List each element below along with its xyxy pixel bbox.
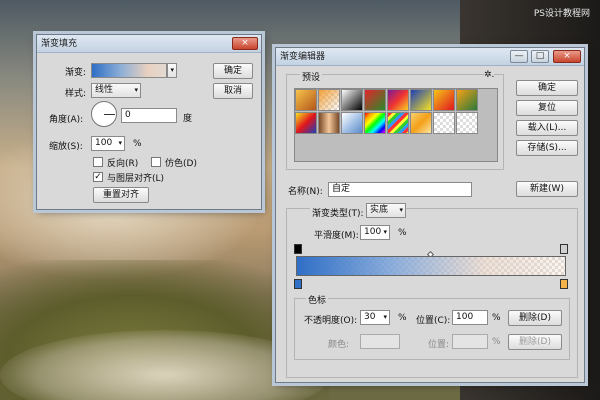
preset-swatch[interactable] (410, 89, 432, 111)
gradient-dropdown[interactable]: ▾ (167, 63, 177, 78)
dialog-title: 渐变填充 (41, 39, 78, 49)
angle-input[interactable]: 0 (121, 108, 177, 123)
opacity-select[interactable]: 30 ▾ (360, 310, 390, 325)
ok-button[interactable]: 确定 (516, 80, 578, 96)
location-input[interactable]: 100 (452, 310, 488, 325)
dither-checkbox[interactable] (151, 157, 161, 167)
close-icon[interactable]: × (232, 37, 258, 50)
reset-button[interactable]: 复位 (516, 100, 578, 116)
preset-swatch[interactable] (410, 112, 432, 134)
angle-label: 角度(A): (49, 115, 84, 125)
angle-dial-needle (104, 114, 115, 115)
preset-swatch[interactable] (295, 112, 317, 134)
align-with-layer-label: 与图层对齐(L) (107, 174, 165, 184)
maximize-icon[interactable]: □ (531, 50, 549, 63)
gradient-preview[interactable] (91, 63, 167, 78)
gradient-type-label: 渐变类型(T): (310, 206, 366, 219)
color-stop-right[interactable] (560, 279, 568, 289)
angle-unit: 度 (183, 114, 193, 124)
gradient-ramp[interactable] (296, 256, 566, 276)
chevron-down-icon: ▾ (134, 86, 138, 94)
scale-value: 100 (95, 138, 113, 148)
new-button[interactable]: 新建(W) (516, 181, 578, 197)
scale-select[interactable]: 100 ▾ (91, 136, 125, 151)
smoothness-label: 平滑度(M): (314, 231, 359, 241)
chevron-down-icon: ▾ (118, 139, 122, 147)
preset-swatch[interactable] (456, 89, 478, 111)
opacity-stop-left[interactable] (294, 244, 302, 254)
preset-swatch[interactable] (387, 89, 409, 111)
color-swatch-disabled (360, 334, 400, 349)
scale-label: 缩放(S): (49, 142, 83, 152)
preset-swatch[interactable] (341, 112, 363, 134)
dialog-title: 渐变编辑器 (280, 52, 326, 62)
reverse-label: 反向(R) (107, 159, 139, 169)
gradient-editor-titlebar[interactable]: 渐变编辑器 — □ × (276, 48, 584, 66)
name-input[interactable]: 自定 (328, 182, 472, 197)
name-label: 名称(N): (288, 187, 323, 197)
gradient-editor-dialog: 渐变编辑器 — □ × 预设 ✲. 确定 复位 载入(L)... 存储(S)..… (275, 47, 585, 383)
style-select[interactable]: 线性 ▾ (91, 83, 141, 98)
color-label: 颜色: (328, 340, 350, 350)
watermark-text: PS设计教程网 (533, 9, 590, 19)
angle-dial[interactable] (91, 101, 117, 127)
smoothness-unit: % (398, 228, 407, 238)
opacity-unit: % (398, 313, 407, 323)
gradient-fill-titlebar[interactable]: 渐变填充 × (37, 35, 261, 53)
close-icon[interactable]: × (553, 50, 581, 63)
ok-button[interactable]: 确定 (213, 63, 253, 79)
preset-swatch[interactable] (456, 112, 478, 134)
preset-swatch[interactable] (341, 89, 363, 111)
preset-swatch[interactable] (433, 89, 455, 111)
delete-opacity-stop-button[interactable]: 删除(D) (508, 310, 562, 326)
preset-swatch[interactable] (387, 112, 409, 134)
preset-swatch[interactable] (433, 112, 455, 134)
presets-label: 预设 (300, 70, 323, 83)
smoothness-select[interactable]: 100 ▾ (360, 225, 390, 240)
chevron-down-icon: ▾ (383, 313, 387, 321)
stops-group-label: 色标 (306, 293, 329, 306)
color-location-unit: % (492, 337, 501, 347)
chevron-down-icon: ▾ (383, 228, 387, 236)
opacity-value: 30 (364, 312, 376, 322)
reverse-checkbox[interactable] (93, 157, 103, 167)
gradient-label: 渐变: (65, 68, 87, 78)
preset-swatch[interactable] (318, 89, 340, 111)
style-label: 样式: (65, 89, 87, 99)
minimize-icon[interactable]: — (510, 50, 528, 63)
color-location-label: 位置: (428, 340, 450, 350)
preset-swatch[interactable] (295, 89, 317, 111)
gradient-fill-dialog: 渐变填充 × 渐变: ▾ 样式: 线性 ▾ 角度(A): 0 度 缩放(S): … (36, 34, 262, 210)
chevron-down-icon: ▾ (170, 66, 174, 74)
smoothness-value: 100 (364, 227, 382, 237)
style-value: 线性 (95, 85, 114, 95)
opacity-label: 不透明度(O): (304, 316, 358, 326)
opacity-stop-right[interactable] (560, 244, 568, 254)
chevron-down-icon: ▾ (399, 206, 403, 214)
gradient-type-value: 实底 (370, 205, 389, 215)
align-with-layer-checkbox[interactable]: ✓ (93, 172, 103, 182)
stops-group (294, 298, 570, 360)
preset-swatch[interactable] (364, 112, 386, 134)
save-button[interactable]: 存储(S)... (516, 140, 578, 156)
scale-unit: % (133, 139, 142, 149)
color-stop-left[interactable] (294, 279, 302, 289)
preset-swatch[interactable] (364, 89, 386, 111)
preset-swatch-grid (294, 88, 498, 162)
presets-menu-gear-icon[interactable]: ✲. (484, 70, 495, 80)
cancel-button[interactable]: 取消 (213, 83, 253, 99)
color-location-input (452, 334, 488, 349)
reset-align-button[interactable]: 重置对齐 (93, 187, 149, 203)
delete-color-stop-button: 删除(D) (508, 334, 562, 350)
load-button[interactable]: 载入(L)... (516, 120, 578, 136)
location-label: 位置(C): (416, 316, 451, 326)
location-unit: % (492, 313, 501, 323)
gradient-type-select[interactable]: 实底 ▾ (366, 203, 406, 218)
dither-label: 仿色(D) (165, 159, 197, 169)
preset-swatch[interactable] (318, 112, 340, 134)
